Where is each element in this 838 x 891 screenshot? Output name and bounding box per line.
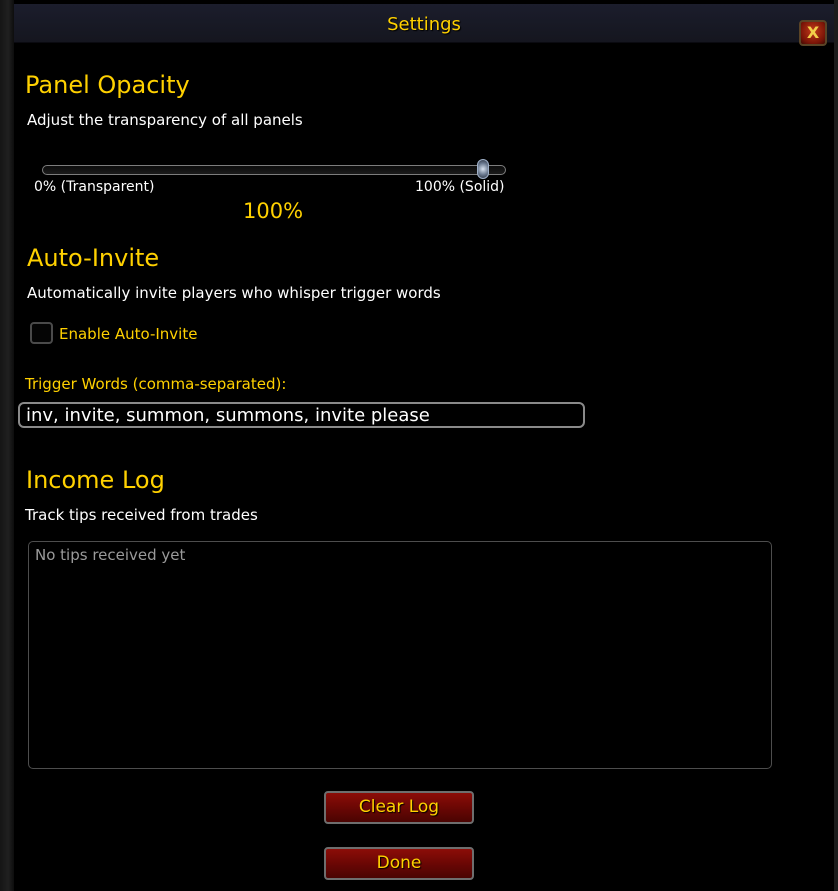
auto-invite-heading: Auto-Invite [27, 244, 160, 272]
trigger-words-input[interactable] [18, 402, 585, 428]
slider-max-label: 100% (Solid) [415, 179, 505, 195]
income-log-placeholder: No tips received yet [35, 546, 186, 564]
enable-auto-invite-checkbox[interactable] [30, 322, 53, 344]
clear-log-button[interactable]: Clear Log [324, 791, 474, 824]
window-title: Settings [387, 14, 461, 35]
panel-opacity-heading: Panel Opacity [25, 71, 190, 99]
slider-min-label: 0% (Transparent) [34, 179, 155, 195]
income-log-box[interactable]: No tips received yet [28, 541, 772, 769]
window-right-border [834, 0, 838, 891]
close-icon: X [806, 23, 820, 42]
opacity-slider[interactable] [42, 165, 506, 175]
enable-auto-invite-label[interactable]: Enable Auto-Invite [59, 325, 197, 343]
auto-invite-description: Automatically invite players who whisper… [27, 284, 441, 302]
income-log-description: Track tips received from trades [25, 506, 258, 524]
opacity-value: 100% [243, 199, 304, 223]
window-left-border [0, 0, 14, 891]
income-log-heading: Income Log [26, 466, 165, 494]
settings-window: Settings X Panel Opacity Adjust the tran… [0, 0, 838, 891]
trigger-words-label: Trigger Words (comma-separated): [25, 375, 287, 393]
title-bar[interactable]: Settings [14, 4, 834, 43]
panel-opacity-description: Adjust the transparency of all panels [27, 111, 303, 129]
close-button[interactable]: X [799, 20, 827, 46]
done-button[interactable]: Done [324, 847, 474, 880]
opacity-slider-thumb[interactable] [477, 159, 489, 179]
